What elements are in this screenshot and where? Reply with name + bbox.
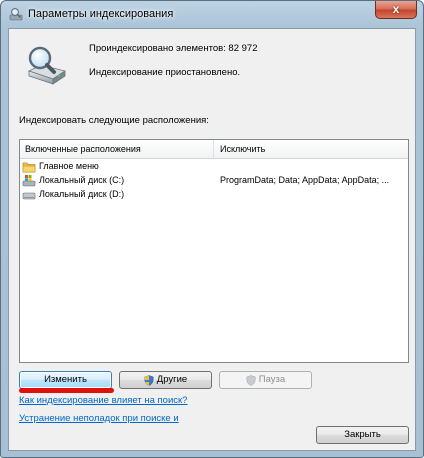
indexing-drive-magnifier-icon xyxy=(27,46,66,85)
column-divider[interactable] xyxy=(213,140,214,158)
location-name: Главное меню xyxy=(39,161,99,171)
folder-icon xyxy=(22,162,36,173)
uac-shield-icon xyxy=(246,374,256,386)
list-item[interactable]: Локальный диск (D:) xyxy=(20,188,408,201)
red-highlight-underline xyxy=(19,388,114,393)
window-title: Параметры индексирования xyxy=(28,8,174,20)
indexing-options-window: Параметры индексирования x Проиндексиров… xyxy=(0,0,424,458)
how-indexing-affects-search-link[interactable]: Как индексирование влияет на поиск? xyxy=(19,395,187,406)
other-button-label: Другие xyxy=(156,374,188,385)
close-button[interactable]: Закрыть xyxy=(316,426,409,444)
indexing-state-text: Индексирование приостановлено. xyxy=(89,67,241,78)
pause-button[interactable]: Пауза xyxy=(219,371,312,389)
location-name: Локальный диск (C:) xyxy=(39,175,125,185)
column-header-exclude[interactable]: Исключить xyxy=(220,144,265,154)
system-drive-icon xyxy=(22,175,36,187)
list-item[interactable]: Локальный диск (C:) ProgramData; Data; A… xyxy=(20,174,408,187)
indexing-options-icon xyxy=(9,8,23,21)
locations-list[interactable]: Включенные расположения Исключить Главно… xyxy=(19,139,409,363)
indexed-count-text: Проиндексировано элементов: 82 972 xyxy=(89,43,258,54)
close-window-button[interactable]: x xyxy=(375,1,417,19)
list-item[interactable]: Главное меню xyxy=(20,160,408,173)
other-button[interactable]: Другие xyxy=(119,371,212,389)
locations-section-label: Индексировать следующие расположения: xyxy=(19,115,209,126)
drive-icon xyxy=(22,192,36,200)
location-exclude: ProgramData; Data; AppData; AppData; ... xyxy=(220,175,390,185)
column-header-included[interactable]: Включенные расположения xyxy=(25,144,141,154)
pause-button-label: Пауза xyxy=(258,374,286,385)
change-button[interactable]: Изменить xyxy=(19,371,112,389)
dialog-client-area: Проиндексировано элементов: 82 972 Индек… xyxy=(8,28,416,451)
title-bar[interactable]: Параметры индексирования x xyxy=(1,1,423,27)
troubleshoot-search-link[interactable]: Устранение неполадок при поиске и xyxy=(19,413,179,424)
uac-shield-icon xyxy=(144,374,154,386)
list-header: Включенные расположения Исключить xyxy=(20,140,408,159)
location-name: Локальный диск (D:) xyxy=(39,189,125,199)
